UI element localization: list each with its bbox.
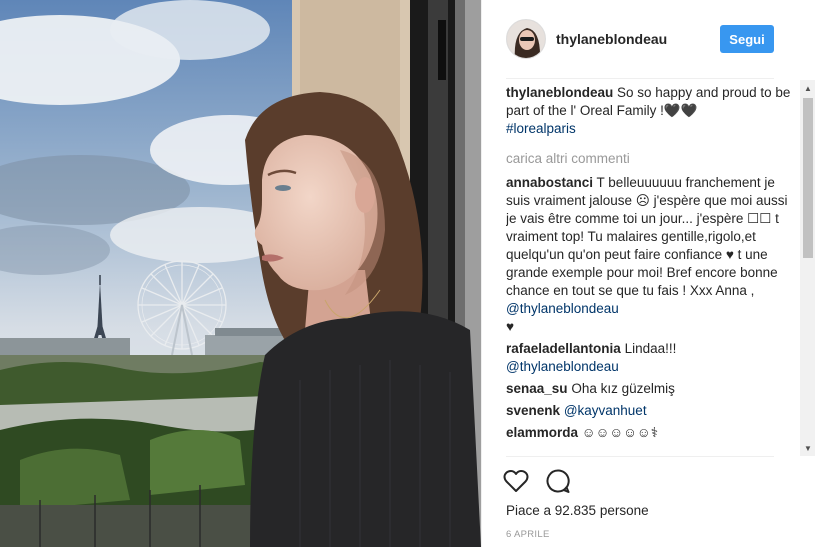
comment-bubble-icon xyxy=(546,469,570,493)
comment-text: Oha kız güzelmiş xyxy=(571,381,675,396)
post-actions: Piace a 92.835 persone 6 APRILE xyxy=(503,456,774,547)
comment-username[interactable]: senaa_su xyxy=(506,381,568,396)
comment-item: senaa_su Oha kız güzelmiş xyxy=(506,380,794,398)
post-date[interactable]: 6 APRILE xyxy=(506,529,550,540)
scrollbar-thumb[interactable] xyxy=(803,98,813,258)
comment-trailing-emoji: ♥ xyxy=(506,319,515,334)
avatar-image xyxy=(507,20,545,58)
comment-button[interactable] xyxy=(544,467,572,495)
comment-username[interactable]: rafaeladellantonia xyxy=(506,341,621,356)
comment-text: T belleuuuuuu franchement je suis vraime… xyxy=(506,175,788,298)
post-photo[interactable] xyxy=(0,0,481,547)
post-details-panel: thylaneblondeau Segui thylaneblondeau So… xyxy=(481,0,815,547)
caption: thylaneblondeau So so happy and proud to… xyxy=(506,84,794,138)
comments-list: thylaneblondeau So so happy and proud to… xyxy=(506,84,794,456)
likes-count[interactable]: Piace a 92.835 persone xyxy=(506,503,649,518)
comment-item: annabostanci T belleuuuuuu franchement j… xyxy=(506,174,794,336)
load-more-comments-link[interactable]: carica altri commenti xyxy=(506,150,794,168)
scroll-down-arrow-icon[interactable]: ▼ xyxy=(800,440,815,456)
comment-mention[interactable]: @thylaneblondeau xyxy=(506,301,619,316)
scroll-up-arrow-icon[interactable]: ▲ xyxy=(800,80,815,96)
post-photo-image xyxy=(0,0,481,547)
comment-username[interactable]: elammorda xyxy=(506,425,578,440)
follow-button[interactable]: Segui xyxy=(720,25,774,53)
comment-mention[interactable]: @kayvanhuet xyxy=(564,403,647,418)
comment-item: svenenk @kayvanhuet xyxy=(506,402,794,420)
comment-item: rafaeladellantonia Lindaa!!! @thylaneblo… xyxy=(506,340,794,376)
like-button[interactable] xyxy=(502,467,530,495)
avatar[interactable] xyxy=(506,19,546,59)
action-icons xyxy=(502,467,572,495)
post-header: thylaneblondeau Segui xyxy=(506,0,774,79)
comment-item: elammorda ☺☺☺☺☺⚕ xyxy=(506,424,794,442)
comments-scrollbar[interactable]: ▲ ▼ xyxy=(800,80,815,456)
comment-mention[interactable]: @thylaneblondeau xyxy=(506,359,619,374)
header-username[interactable]: thylaneblondeau xyxy=(556,31,720,47)
comment-text: ☺☺☺☺☺⚕ xyxy=(581,425,659,440)
comment-text: Lindaa!!! xyxy=(624,341,677,356)
caption-username[interactable]: thylaneblondeau xyxy=(506,85,613,100)
comment-username[interactable]: svenenk xyxy=(506,403,560,418)
comment-username[interactable]: annabostanci xyxy=(506,175,593,190)
caption-hashtag[interactable]: #lorealparis xyxy=(506,121,576,136)
heart-icon xyxy=(503,470,529,492)
